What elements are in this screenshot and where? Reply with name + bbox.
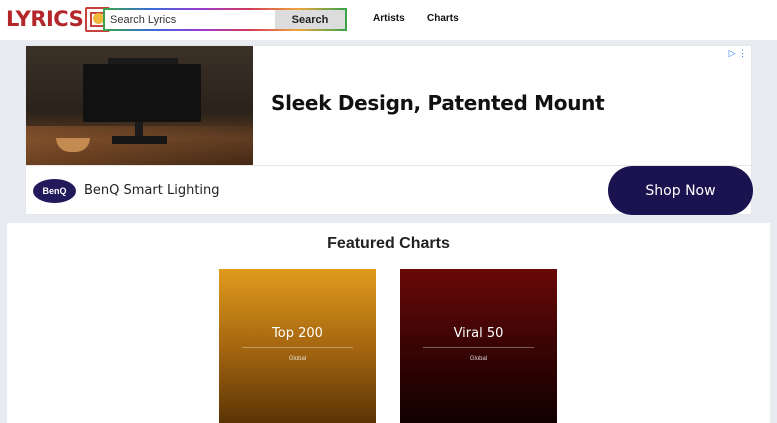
chart-card-title: Viral 50 [453,326,504,341]
shop-now-button[interactable]: Shop Now [608,166,753,215]
chart-card-subtitle: Global [469,356,488,362]
search-input[interactable] [105,10,275,29]
chart-card-subtitle: Global [288,356,307,362]
chart-card-top-200[interactable]: Top 200 Global [219,269,376,423]
chart-card-divider [242,347,353,348]
site-logo[interactable]: LYRICS [6,6,111,33]
chart-card-title: Top 200 [272,326,323,341]
featured-charts-section: Featured Charts Top 200 Global Viral 50 … [7,223,770,423]
search-form: Search [103,8,347,31]
nav-link-charts[interactable]: Charts [427,13,459,24]
top-navigation-bar: LYRICS Search Artists Charts [0,0,777,40]
chart-card-divider [423,347,534,348]
chart-card-viral-50[interactable]: Viral 50 Global [400,269,557,423]
ad-brand-name[interactable]: BenQ Smart Lighting [84,183,220,198]
search-button[interactable]: Search [275,10,345,29]
advertisement-banner[interactable]: ▷ ⋮ Sleek Design, Patented Mount BenQ Be… [25,45,753,215]
logo-text: LYRICS [6,7,84,31]
adchoices-icon[interactable]: ▷ ⋮ [729,48,747,59]
section-title: Featured Charts [327,235,450,252]
nav-link-artists[interactable]: Artists [373,13,405,24]
ad-product-image[interactable] [26,46,253,165]
brand-logo-badge[interactable]: BenQ [33,179,76,203]
ad-headline[interactable]: Sleek Design, Patented Mount [271,91,605,115]
